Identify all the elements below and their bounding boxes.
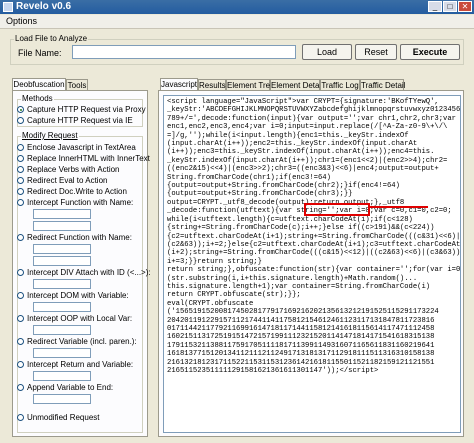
reset-button[interactable]: Reset xyxy=(355,44,397,60)
highlight-connector xyxy=(370,206,428,208)
radio-icon xyxy=(17,155,24,162)
load-file-group-label: Load File to Analyze xyxy=(14,34,89,43)
file-name-label: File Name: xyxy=(18,48,62,58)
option-unmodified[interactable]: Unmodified Request xyxy=(17,413,99,422)
menu-options[interactable]: Options xyxy=(6,16,37,26)
code-line: 216511523511111291581621361611301147'));… xyxy=(167,367,379,375)
code-line: ('15651915200817450281779171692162021356… xyxy=(167,308,439,317)
javascript-textarea[interactable]: <script language="JavaScript">var CRYPT=… xyxy=(163,95,461,433)
return-output-highlight xyxy=(304,203,370,216)
redirect-function-input[interactable] xyxy=(33,244,91,254)
code-line: (c2&63));i+=2;}else{c2=utftext.charCodeA… xyxy=(167,240,461,249)
option-intercept-return[interactable]: Intercept Return and Variable: xyxy=(17,360,133,369)
option-replace-verbs[interactable]: Replace Verbs with Action xyxy=(17,165,120,174)
intercept-function-input-2[interactable] xyxy=(33,221,91,231)
option-append-variable[interactable]: Append Variable to End: xyxy=(17,383,113,392)
code-line: {output=output+String.fromCharCode(chr3)… xyxy=(167,190,353,199)
code-line: while(i<utftext.length){c=utftext.charCo… xyxy=(167,215,413,224)
radio-icon xyxy=(17,166,24,173)
radio-icon xyxy=(17,199,24,206)
radio-icon xyxy=(17,384,24,391)
option-redirect-variable[interactable]: Redirect Variable (incl. paren.): xyxy=(17,337,137,346)
methods-label: Methods xyxy=(21,94,54,103)
code-line: 789+/=',decode:function(input){var outpu… xyxy=(167,114,456,123)
option-redirect-docwrite[interactable]: Redirect Doc.Write to Action xyxy=(17,187,127,196)
code-line: 1791153211388117591705111181711399114931… xyxy=(167,341,435,350)
code-line: 2042011912291571121744114117581215461246… xyxy=(167,316,435,325)
option-redirect-eval[interactable]: Redirect Eval to Action xyxy=(17,176,107,185)
file-name-input[interactable] xyxy=(72,45,296,59)
code-line: return CRYPT.obfuscate(str);}}; xyxy=(167,291,301,300)
option-intercept-dom[interactable]: Intercept DOM with Variable: xyxy=(17,291,129,300)
option-enclose-textarea[interactable]: Enclose Javascript in TextArea xyxy=(17,143,136,152)
load-button[interactable]: Load xyxy=(302,44,352,60)
code-line: eval(CRYPT.obfuscate xyxy=(167,299,254,308)
radio-icon xyxy=(17,117,24,124)
option-intercept-div[interactable]: Intercept DIV Attach with ID (<...>): xyxy=(17,268,151,277)
radio-icon xyxy=(17,106,24,113)
code-line: 0171144211779211699161471811714411581214… xyxy=(167,324,435,333)
code-line: (i+2);string+=String.fromCharCode(((c&15… xyxy=(167,249,461,258)
intercept-dom-input[interactable] xyxy=(33,302,91,312)
code-line: {c2=utftext.charCodeAt(i+1);string+=Stri… xyxy=(167,232,461,241)
radio-icon xyxy=(17,292,24,299)
radio-icon xyxy=(17,144,24,151)
append-variable-input[interactable] xyxy=(33,394,91,404)
radio-icon xyxy=(17,315,24,322)
redirect-function-input-2[interactable] xyxy=(33,256,91,266)
code-line: return string;},obfuscate:function(str){… xyxy=(167,266,461,275)
radio-icon xyxy=(17,188,24,195)
code-line: ((enc2&15)<<4)|(enc3>>2);chr3=((enc3&3)<… xyxy=(167,165,439,174)
radio-icon xyxy=(17,177,24,184)
window-title: Revelo v0.6 xyxy=(16,1,72,12)
intercept-div-input[interactable] xyxy=(33,279,91,289)
code-line: String.fromCharCode(chr1);if(enc3!=64) xyxy=(167,173,331,182)
radio-icon xyxy=(17,234,24,241)
intercept-return-input[interactable] xyxy=(33,371,91,381)
code-line: {output=output+String.fromCharCode(chr2)… xyxy=(167,182,400,191)
option-replace-innerhtml[interactable]: Replace InnerHTML with InnerText xyxy=(17,154,150,163)
radio-icon xyxy=(17,414,24,421)
radio-icon xyxy=(17,361,24,368)
menu-bar: Options xyxy=(0,15,474,29)
radio-icon xyxy=(17,269,24,276)
code-line: this.signature.length+1);var container=S… xyxy=(167,282,431,291)
close-button[interactable]: ✕ xyxy=(458,1,472,12)
method-option-proxy[interactable]: Capture HTTP Request via Proxy xyxy=(17,105,146,114)
method-option-ie[interactable]: Capture HTTP Request via IE xyxy=(17,116,133,125)
code-line: _keyStr.indexOf(input.charAt(i++));chr1=… xyxy=(167,156,448,165)
option-intercept-oop[interactable]: Intercept OOP with Local Var: xyxy=(17,314,132,323)
intercept-function-input[interactable] xyxy=(33,209,91,219)
execute-button[interactable]: Execute xyxy=(400,44,460,60)
option-intercept-function[interactable]: Intercept Function with Name: xyxy=(17,198,133,207)
code-line: _keyStr:'ABCDEFGHIJKLMNOPQRSTUVWXYZabcde… xyxy=(167,106,461,115)
radio-icon xyxy=(17,338,24,345)
title-bar: Revelo v0.6 _ □ ✕ xyxy=(0,0,474,14)
minimize-button[interactable]: _ xyxy=(428,1,442,12)
code-line: <script language="JavaScript">var CRYPT=… xyxy=(167,98,439,106)
code-line: (i++));enc3=this._keyStr.indexOf(input.c… xyxy=(167,148,435,157)
code-line: (input.charAt(i++));enc2=this._keyStr.in… xyxy=(167,140,418,149)
option-redirect-function[interactable]: Redirect Function with Name: xyxy=(17,233,132,242)
deobfuscation-panel: Methods Capture HTTP Request via Proxy C… xyxy=(12,90,151,437)
app-icon xyxy=(3,2,13,12)
intercept-oop-input[interactable] xyxy=(33,325,91,335)
code-line: =]/g,'');while(i<input.length){enc1=this… xyxy=(167,131,409,140)
code-line: {string+=String.fromCharCode(c);i++;}els… xyxy=(167,224,435,233)
redirect-variable-input[interactable] xyxy=(33,348,91,358)
code-line: 1602151131725191514721571991112321520114… xyxy=(167,333,435,342)
code-line: 1618137715120134112111211249171318131711… xyxy=(167,350,435,359)
modify-request-label: Modify Request xyxy=(21,131,79,140)
code-line: (str.substring(i,i+this.signature.length… xyxy=(167,274,418,283)
code-line: enc1,enc2,enc3,enc4;var i=0;input=input.… xyxy=(167,123,448,132)
maximize-button[interactable]: □ xyxy=(443,1,457,12)
code-line: i+=3;}}return string;} xyxy=(167,257,262,266)
code-line: 2161321812317115221153115312361421618115… xyxy=(167,358,435,367)
